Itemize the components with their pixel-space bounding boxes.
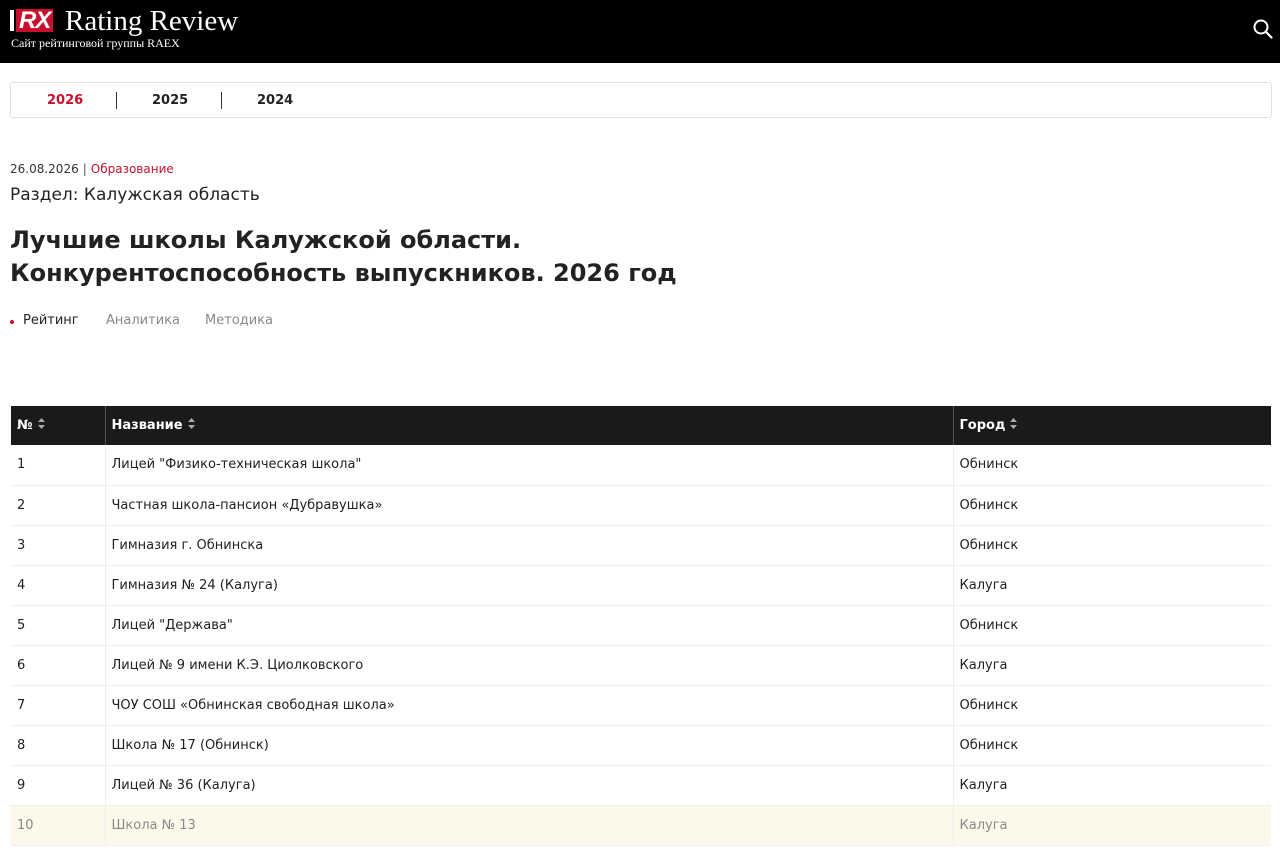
table-row: 9 Лицей № 36 (Калуга) Калуга [11,765,1271,806]
page-title-line-1: Лучшие школы Калужской области. [10,226,522,254]
school-name-cell: Гимназия г. Обнинска [104,525,953,566]
rank-cell: 2 [11,485,105,526]
city-cell: Обнинск [952,525,1271,566]
table-row: 1 Лицей "Физико-техническая школа" Обнинск [11,445,1271,486]
brand-name[interactable]: Rating Review [65,4,238,38]
column-header-label: Название [111,418,183,433]
sort-icon [1010,418,1018,433]
school-name-cell: Школа № 17 (Обнинск) [104,725,953,766]
active-tab-dot [10,320,14,324]
site-header: RX Rating Review Сайт рейтинговой группы… [0,0,1280,63]
rank-cell: 3 [11,525,105,566]
tab-year-2026[interactable]: 2026 [47,92,83,110]
city-cell: Обнинск [952,445,1271,486]
logo-bar [10,10,14,31]
year-tabs: 2026 2025 2024 [10,82,1272,118]
sort-icon [187,418,195,433]
column-header-label: Город [959,418,1006,433]
rank-cell: 9 [11,765,105,806]
school-name-cell: Лицей "Держава" [104,605,953,646]
site-tagline: Сайт рейтинговой группы RAEX [11,36,180,50]
school-name-cell: Лицей № 9 имени К.Э. Циолковского [104,645,953,686]
publish-date: 26.08.2026 [10,162,79,176]
school-name-cell: Лицей "Физико-техническая школа" [104,445,953,486]
rank-cell: 7 [11,685,105,726]
table-row: 4 Гимназия № 24 (Калуга) Калуга [11,565,1271,606]
page-title-line-2: Конкурентоспособность выпускников. 2026 … [10,259,677,287]
article-meta: 26.08.2026 | Образование [10,161,174,177]
city-cell: Калуга [952,805,1271,846]
tab-divider [116,92,117,109]
tab-year-2024[interactable]: 2024 [257,92,293,110]
city-cell: Калуга [952,565,1271,606]
table-row: 3 Гимназия г. Обнинска Обнинск [11,525,1271,566]
tab-divider [221,92,222,109]
rank-cell: 6 [11,645,105,686]
school-name-cell: Школа № 13 [104,805,953,846]
rank-cell: 5 [11,605,105,646]
table-row: 8 Школа № 17 (Обнинск) Обнинск [11,725,1271,766]
city-cell: Обнинск [952,605,1271,646]
city-cell: Калуга [952,765,1271,806]
column-header-label: № [17,418,33,433]
column-header-city[interactable]: Город [952,406,1271,445]
rank-cell: 1 [11,445,105,486]
tab-methodology[interactable]: Методика [205,312,273,330]
logo-mark-text: RX [16,9,54,33]
table-row: 7 ЧОУ СОШ «Обнинская свободная школа» Обни… [11,685,1271,726]
column-header-number[interactable]: № [11,406,105,445]
table-row: 6 Лицей № 9 имени К.Э. Циолковского Калуга [11,645,1271,686]
tab-year-2025[interactable]: 2025 [152,92,188,110]
school-name-cell: Гимназия № 24 (Калуга) [104,565,953,606]
city-cell: Обнинск [952,725,1271,766]
city-cell: Обнинск [952,685,1271,726]
column-header-name[interactable]: Название [104,406,953,445]
search-icon[interactable] [1252,18,1274,40]
city-cell: Обнинск [952,485,1271,526]
category-link[interactable]: Образование [91,162,174,176]
ranking-table: № Название Город 1 Лицей "Физико-техничес… [11,406,1271,846]
sort-icon [37,418,45,433]
page-title: Лучшие школы Калужской области. Конкурен… [10,224,910,290]
rank-cell: 10 [11,805,105,846]
school-name-cell: ЧОУ СОШ «Обнинская свободная школа» [104,685,953,726]
table-row: 2 Частная школа-пансион «Дубравушка» Обнин… [11,485,1271,526]
tab-rating[interactable]: Рейтинг [23,312,79,330]
tab-analytics[interactable]: Аналитика [106,312,180,330]
meta-separator: | [82,162,87,176]
school-name-cell: Лицей № 36 (Калуга) [104,765,953,806]
table-row: 5 Лицей "Держава" Обнинск [11,605,1271,646]
city-cell: Калуга [952,645,1271,686]
table-row-highlighted: 10 Школа № 13 Калуга [11,805,1271,846]
section-label: Раздел: Калужская область [10,185,260,205]
table-header-row: № Название Город [11,406,1271,445]
school-name-cell: Частная школа-пансион «Дубравушка» [104,485,953,526]
rank-cell: 4 [11,565,105,606]
site-logo[interactable]: RX [10,9,54,33]
rank-cell: 8 [11,725,105,766]
